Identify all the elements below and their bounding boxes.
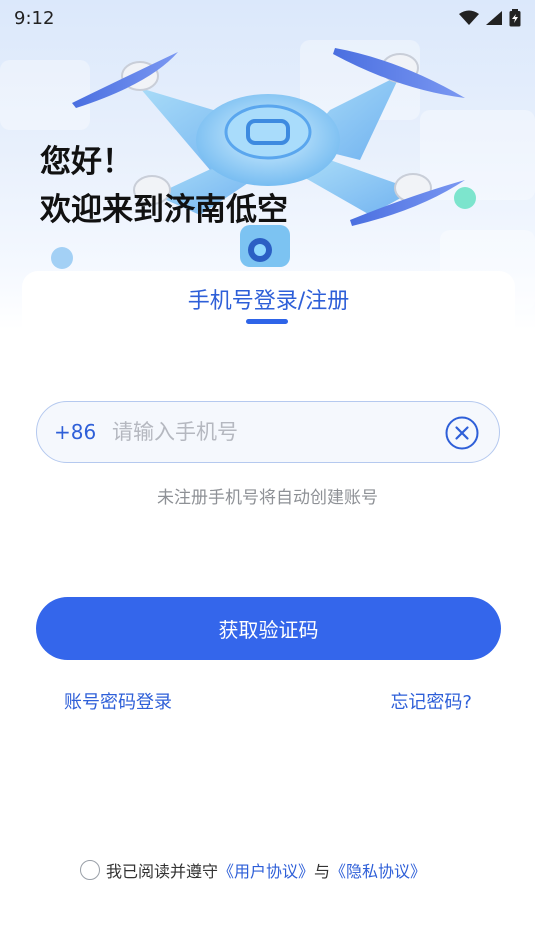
country-code[interactable]: +86 bbox=[54, 420, 110, 444]
signal-icon bbox=[486, 11, 502, 25]
forgot-password-link[interactable]: 忘记密码? bbox=[390, 688, 472, 714]
agreement-conjunction: 与 bbox=[314, 862, 331, 881]
agreement: 我已阅读并遵守 《用户协议》 与 《隐私协议》 bbox=[80, 858, 426, 882]
user-agreement-link[interactable]: 《用户协议》 bbox=[218, 858, 314, 882]
status-icons bbox=[459, 9, 521, 27]
password-login-link[interactable]: 账号密码登录 bbox=[64, 688, 172, 714]
clear-icon[interactable] bbox=[445, 416, 479, 450]
greeting-hello: 您好！ bbox=[40, 144, 133, 180]
phone-input[interactable] bbox=[110, 419, 434, 445]
tab-active-indicator bbox=[246, 319, 288, 324]
greeting: 您好！ 欢迎来到济南低空 bbox=[40, 138, 288, 234]
agreement-checkbox[interactable] bbox=[80, 860, 100, 880]
status-time: 9:12 bbox=[14, 7, 55, 29]
greeting-welcome: 欢迎来到济南低空 bbox=[40, 192, 288, 228]
battery-icon bbox=[509, 9, 521, 27]
phone-field: +86 bbox=[36, 401, 500, 463]
get-code-button[interactable]: 获取验证码 bbox=[36, 597, 501, 660]
wifi-icon bbox=[459, 10, 479, 25]
privacy-policy-link[interactable]: 《隐私协议》 bbox=[330, 858, 426, 882]
register-hint: 未注册手机号将自动创建账号 bbox=[157, 488, 378, 508]
status-bar: 9:12 bbox=[0, 0, 535, 36]
tab-phone-login[interactable]: 手机号登录/注册 bbox=[22, 283, 515, 315]
agreement-prefix: 我已阅读并遵守 bbox=[106, 862, 219, 881]
